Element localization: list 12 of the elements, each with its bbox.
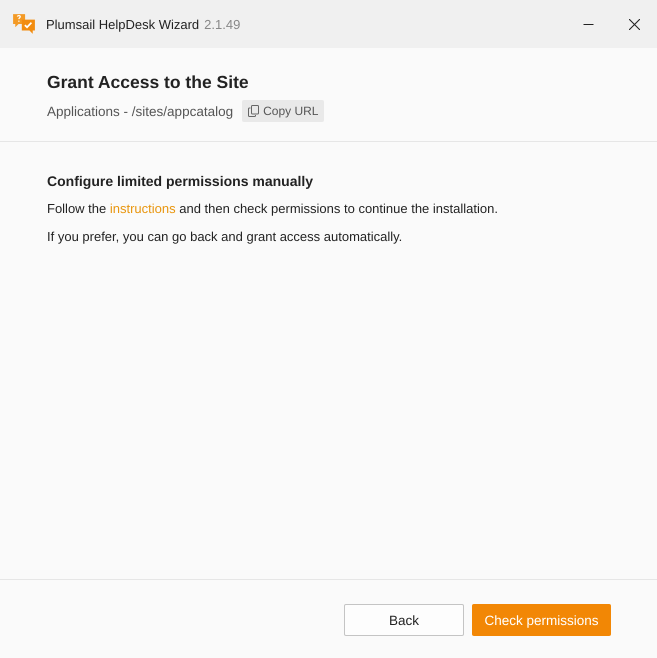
- section-heading: Configure limited permissions manually: [47, 172, 314, 190]
- close-icon: [628, 18, 640, 30]
- app-logo-icon: [12, 13, 36, 35]
- copy-icon: [248, 105, 260, 117]
- version-label: 2.1.49: [204, 16, 240, 32]
- page-title: Grant Access to the Site: [47, 71, 250, 94]
- window-title: Plumsail HelpDesk Wizard: [46, 16, 200, 32]
- site-path: Applications - /sites/appcatalog: [47, 104, 234, 118]
- instruction-text: Follow the instructions and then check permissions to continue the installation.: [47, 200, 499, 218]
- copy-url-button[interactable]: Copy URL: [242, 100, 324, 122]
- instruction-text: If you prefer, you can go back and grant access automatically.: [47, 228, 404, 246]
- back-button[interactable]: Back: [344, 604, 464, 636]
